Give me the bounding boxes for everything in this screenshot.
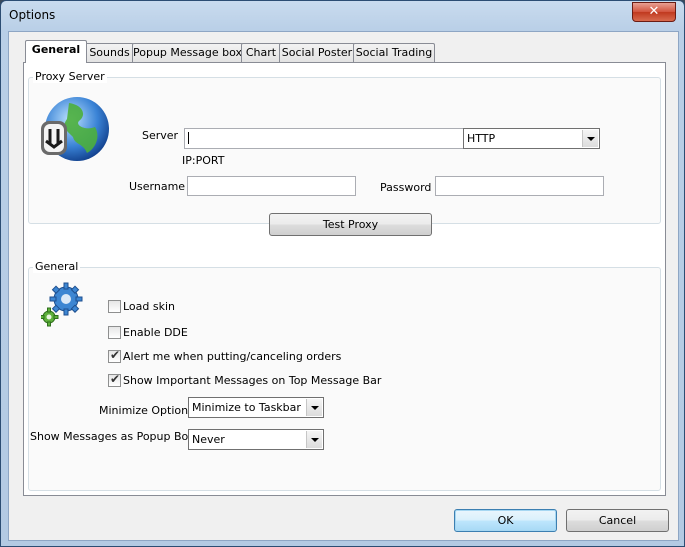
globe-download-icon [41, 97, 109, 161]
protocol-select[interactable]: HTTP [463, 128, 600, 149]
password-input[interactable] [435, 176, 604, 196]
checkmark-icon: ✔ [110, 372, 121, 386]
password-label: Password [380, 181, 432, 194]
general-group-label: General [33, 260, 81, 273]
load-skin-checkbox[interactable] [108, 300, 121, 313]
tab-general[interactable]: General [25, 40, 87, 63]
tab-social-poster[interactable]: Social Poster [279, 43, 355, 62]
top-message-bar-label[interactable]: Show Important Messages on Top Message B… [123, 374, 381, 387]
load-skin-label[interactable]: Load skin [123, 300, 175, 313]
ok-button[interactable]: OK [454, 509, 557, 532]
server-hint: IP:PORT [182, 154, 225, 167]
close-button[interactable]: ✕ [632, 2, 676, 22]
minimize-option-label: Minimize Option [99, 404, 189, 417]
cancel-button[interactable]: Cancel [566, 509, 669, 532]
chevron-down-icon[interactable] [306, 431, 322, 448]
dialog-client: General Sounds Popup Message box Chart S… [8, 31, 679, 541]
title-bar[interactable]: Options ✕ [1, 1, 684, 31]
protocol-select-value: HTTP [467, 132, 496, 145]
top-message-bar-checkbox[interactable]: ✔ [108, 372, 121, 387]
proxy-server-group-label: Proxy Server [33, 70, 107, 83]
popup-messages-label: Show Messages as Popup Box [30, 430, 195, 443]
tab-chart[interactable]: Chart [241, 43, 281, 62]
alert-orders-label[interactable]: Alert me when putting/canceling orders [123, 350, 341, 363]
popup-messages-select[interactable]: Never [188, 429, 324, 450]
proxy-server-group [28, 77, 661, 224]
text-caret [188, 132, 189, 144]
options-dialog: Options ✕ General Sounds Popup Message b… [0, 0, 685, 547]
window-title: Options [9, 8, 56, 22]
server-label: Server [142, 129, 179, 142]
alert-orders-checkbox[interactable]: ✔ [108, 348, 121, 363]
tab-social-trading[interactable]: Social Trading [353, 43, 435, 62]
enable-dde-label[interactable]: Enable DDE [123, 326, 188, 339]
checkmark-icon: ✔ [110, 348, 121, 362]
minimize-option-value: Minimize to Taskbar [192, 401, 301, 414]
general-tab-panel: Proxy Server Server HTTP IP:PORT Usernam… [23, 62, 666, 496]
gears-icon [41, 282, 83, 327]
tab-popup-message-box[interactable]: Popup Message box [132, 43, 243, 62]
username-label: Username [129, 180, 186, 193]
server-input[interactable] [184, 128, 464, 149]
minimize-option-select[interactable]: Minimize to Taskbar [188, 397, 324, 418]
chevron-down-icon[interactable] [582, 130, 598, 147]
enable-dde-checkbox[interactable] [108, 326, 121, 339]
test-proxy-button[interactable]: Test Proxy [269, 213, 432, 236]
tab-sounds[interactable]: Sounds [85, 43, 134, 62]
chevron-down-icon[interactable] [306, 399, 322, 416]
username-input[interactable] [187, 176, 356, 196]
popup-messages-value: Never [192, 433, 225, 446]
